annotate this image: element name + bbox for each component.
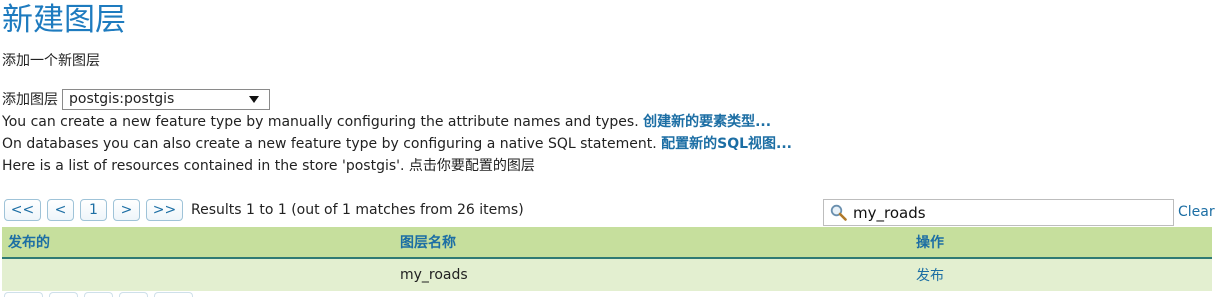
search-field[interactable] [823,199,1174,226]
column-header-published[interactable]: 发布的 [8,227,50,257]
table-header: 发布的 图层名称 操作 [2,227,1212,259]
page-subtitle: 添加一个新图层 [2,53,100,69]
add-layer-label: 添加图层 [2,92,58,108]
layer-name-cell: my_roads [400,267,468,283]
page-title: 新建图层 [2,2,126,38]
next-page-button[interactable]: > [113,199,140,221]
search-icon [830,204,847,221]
clear-search-link[interactable]: Clear [1178,204,1215,220]
first-page-button[interactable]: << [4,199,41,221]
pager: << < 1 > >> Results 1 to 1 (out of 1 mat… [4,199,524,221]
table-row: my_roads 发布 [2,259,1212,291]
info-text-sql-view: On databases you can also create a new f… [2,136,662,152]
column-header-layer-name[interactable]: 图层名称 [400,227,456,257]
column-header-action: 操作 [916,235,944,251]
bottom-pager-partial [4,292,199,297]
search-input[interactable] [853,203,1153,222]
results-summary: Results 1 to 1 (out of 1 matches from 26… [191,202,524,218]
info-line-sql-view: On databases you can also create a new f… [2,135,792,153]
configure-sql-view-link[interactable]: 配置新的SQL视图... [661,136,792,152]
last-page-button[interactable]: >> [146,199,183,221]
store-select[interactable]: postgis:postgis [62,88,270,110]
info-text-feature-type: You can create a new feature type by man… [2,114,644,130]
store-select-value: postgis:postgis [69,91,175,107]
publish-link[interactable]: 发布 [916,259,944,291]
info-line-resources: Here is a list of resources contained in… [2,158,535,174]
prev-page-button[interactable]: < [47,199,74,221]
info-line-feature-type: You can create a new feature type by man… [2,113,771,131]
create-feature-type-link[interactable]: 创建新的要素类型... [643,114,771,130]
chevron-down-icon [249,95,259,103]
add-layer-row: 添加图层 postgis:postgis [2,88,270,110]
page-1-button[interactable]: 1 [80,199,107,221]
